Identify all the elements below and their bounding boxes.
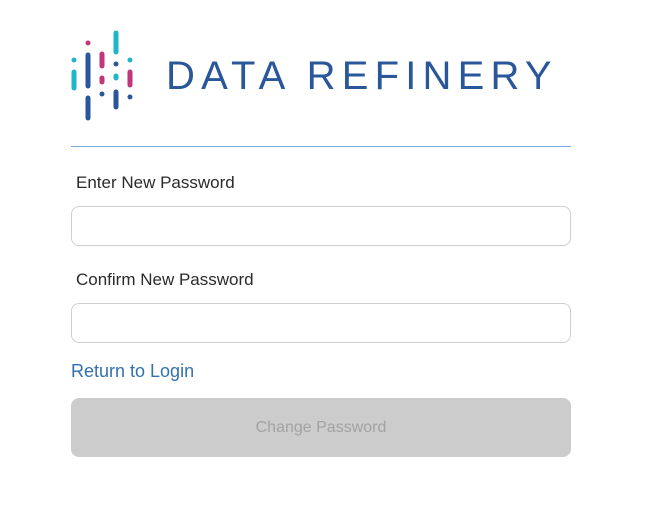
return-to-login-link[interactable]: Return to Login [71,359,194,383]
new-password-input[interactable] [71,206,571,246]
confirm-password-input[interactable] [71,303,571,343]
data-refinery-logo-icon [71,30,133,121]
change-password-page: DATA REFINERY Enter New Password Confirm… [0,0,645,506]
header-divider [71,146,571,147]
change-password-button[interactable]: Change Password [71,398,571,457]
brand-name: DATA REFINERY [166,54,558,98]
new-password-label: Enter New Password [76,173,235,192]
brand-header: DATA REFINERY [70,30,575,122]
confirm-password-label: Confirm New Password [76,270,254,289]
